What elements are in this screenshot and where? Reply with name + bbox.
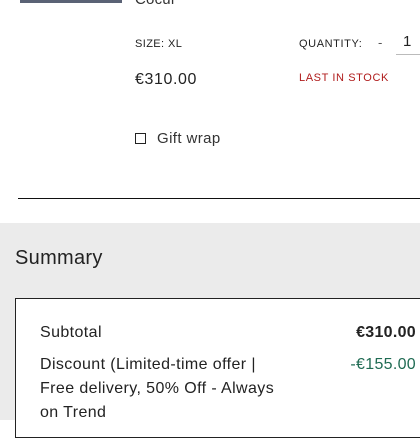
product-title[interactable]: Cocur (135, 0, 176, 8)
summary-section: Summary Subtotal €310.00 Discount (Limit… (0, 223, 420, 438)
gift-wrap-option[interactable]: Gift wrap (135, 130, 221, 147)
product-thumbnail[interactable] (20, 0, 122, 3)
discount-label: Discount (Limited-time offer | Free deli… (40, 356, 275, 421)
gift-wrap-label[interactable]: Gift wrap (157, 130, 221, 147)
product-size: SIZE: XL (135, 38, 183, 50)
gift-wrap-checkbox[interactable] (135, 133, 146, 144)
stock-status: LAST IN STOCK (299, 72, 389, 84)
subtotal-value: €310.00 (356, 324, 416, 341)
subtotal-label: Subtotal (40, 324, 102, 341)
summary-title: Summary (15, 247, 103, 269)
summary-card: Subtotal €310.00 Discount (Limited-time … (15, 298, 420, 438)
quantity-decrement-button[interactable]: - (378, 35, 382, 50)
divider (18, 198, 420, 199)
quantity-label: QUANTITY: (299, 38, 363, 50)
quantity-value[interactable]: 1 (403, 33, 411, 50)
product-price: €310.00 (135, 71, 198, 88)
discount-value: -€155.00 (350, 356, 416, 373)
